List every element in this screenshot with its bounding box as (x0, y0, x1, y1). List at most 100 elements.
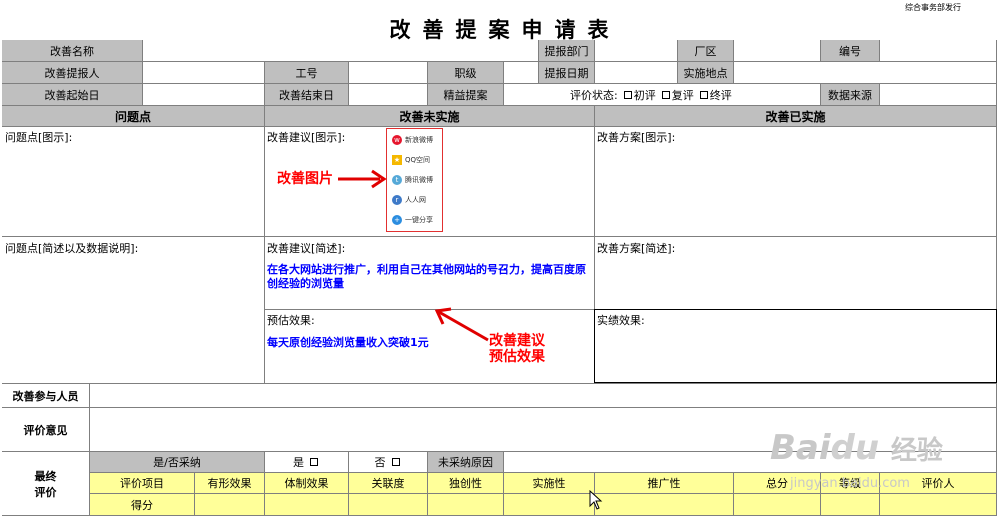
label-location: 实施地点 (678, 62, 734, 84)
proposer-field[interactable] (143, 62, 265, 84)
adopt-yes-cell[interactable]: 是 (265, 452, 349, 473)
problem-desc-label: 问题点[简述以及数据说明]: (5, 242, 139, 255)
date-field[interactable] (595, 62, 678, 84)
final-line-2: 评价 (34, 485, 57, 499)
proposal-name-field[interactable] (143, 40, 539, 62)
actual-effect-frame (594, 309, 997, 383)
factory-field[interactable] (734, 40, 821, 62)
label-opinion: 评价意见 (2, 408, 90, 452)
annotation-expected-1: 改善建议 (489, 333, 545, 349)
checkbox-no[interactable] (391, 458, 400, 466)
adopt-no-cell[interactable]: 否 (349, 452, 428, 473)
suggestion-desc-label: 改善建议[简述]: (267, 242, 346, 255)
eval-header: 推广性 (595, 473, 734, 494)
score-cell[interactable] (504, 494, 595, 516)
share-widget-image: w 新浪微博 ★ QQ空间 t 腾讯微博 r 人人网 + 一键分享 (386, 128, 443, 232)
checkbox-first[interactable] (623, 90, 632, 99)
label-lean-proposal: 精益提案 (428, 84, 504, 106)
dept-field[interactable] (595, 40, 678, 62)
qzone-star-icon: ★ (392, 155, 402, 165)
first-review-label: 初评 (633, 88, 656, 102)
problem-image-label: 问题点[图示]: (5, 131, 73, 144)
label-score: 得分 (90, 494, 195, 516)
score-cell[interactable] (821, 494, 880, 516)
watermark-bai: Bai (770, 428, 831, 468)
score-cell[interactable] (265, 494, 349, 516)
actual-effect-label: 实绩效果: (597, 314, 645, 327)
annotation-image: 改善图片 (277, 171, 333, 187)
score-cell[interactable] (349, 494, 428, 516)
share-item-label: 人人网 (405, 196, 426, 204)
share-item-label: QQ空间 (405, 156, 431, 164)
eval-state-group: 评价状态: 初评 复评 终评 (504, 84, 821, 106)
end-date-field[interactable] (349, 84, 428, 106)
label-dept: 提报部门 (539, 40, 595, 62)
eval-header: 实施性 (504, 473, 595, 494)
label-position: 职级 (428, 62, 504, 84)
section-not-implemented: 改善未实施 (265, 106, 595, 127)
location-field[interactable] (734, 62, 997, 84)
issuer-note: 综合事务部发行 (905, 3, 961, 12)
score-cell[interactable] (428, 494, 504, 516)
label-number: 编号 (821, 40, 880, 62)
watermark-brand: Baidu 经验 (770, 428, 943, 468)
score-cell[interactable] (595, 494, 734, 516)
number-field[interactable] (880, 40, 997, 62)
tencent-weibo-icon: t (392, 175, 402, 185)
label-end-date: 改善结束日 (265, 84, 349, 106)
adopt-no-label: 否 (374, 456, 386, 469)
adopt-yes-label: 是 (293, 456, 304, 469)
eval-header: 关联度 (349, 473, 428, 494)
label-participants: 改善参与人员 (2, 384, 90, 408)
weibo-icon: w (392, 135, 402, 145)
start-date-field[interactable] (143, 84, 265, 106)
watermark-du: du (830, 428, 880, 468)
label-data-source: 数据来源 (821, 84, 880, 106)
section-problem: 问题点 (2, 106, 265, 127)
score-cell[interactable] (880, 494, 997, 516)
suggestion-text: 在各大网站进行推广，利用自己在其他网站的号召力，提高百度原创经验的浏览量 (267, 263, 586, 290)
plan-image-label: 改善方案[图示]: (597, 131, 676, 144)
share-item-label: 腾讯微博 (405, 176, 433, 184)
watermark-cn: 经验 (890, 436, 943, 466)
position-field[interactable] (504, 62, 539, 84)
label-adopt: 是/否采纳 (90, 452, 265, 473)
label-proposal-name: 改善名称 (2, 40, 143, 62)
arrow-right-icon (338, 169, 387, 189)
label-job-no: 工号 (265, 62, 349, 84)
label-proposer: 改善提报人 (2, 62, 143, 84)
eval-header: 评价项目 (90, 473, 195, 494)
renren-icon: r (392, 195, 402, 205)
expected-effect-label: 预估效果: (267, 314, 315, 327)
plan-desc-label: 改善方案[简述]: (597, 242, 676, 255)
checkbox-final[interactable] (699, 90, 708, 99)
label-date: 提报日期 (539, 62, 595, 84)
second-review-label: 复评 (671, 88, 694, 102)
eval-state-label: 评价状态: (570, 88, 618, 102)
label-start-date: 改善起始日 (2, 84, 143, 106)
arrow-up-left-icon (434, 307, 489, 342)
final-line-1: 最终 (34, 469, 57, 483)
checkbox-second[interactable] (661, 90, 670, 99)
eval-header: 独创性 (428, 473, 504, 494)
eval-header: 有形效果 (195, 473, 265, 494)
share-item-label: 一键分享 (405, 216, 433, 224)
label-reject-reason: 未采纳原因 (428, 452, 504, 473)
label-final-evaluation: 最终 评价 (2, 452, 90, 516)
mouse-cursor-icon (589, 490, 603, 510)
watermark-url: jingyan.baidu.com (790, 476, 910, 491)
annotation-expected-2: 预估效果 (489, 349, 545, 365)
checkbox-yes[interactable] (310, 458, 318, 466)
data-source-field[interactable] (880, 84, 997, 106)
problem-desc-cell[interactable] (2, 237, 265, 384)
participants-field[interactable] (90, 384, 997, 408)
score-cell[interactable] (734, 494, 821, 516)
final-review-label: 终评 (709, 88, 732, 102)
score-cell[interactable] (195, 494, 265, 516)
job-no-field[interactable] (349, 62, 428, 84)
expected-effect-text: 每天原创经验浏览量收入突破1元 (267, 336, 429, 349)
share-icon: + (392, 215, 402, 225)
suggestion-image-label: 改善建议[图示]: (267, 131, 346, 144)
eval-header: 体制效果 (265, 473, 349, 494)
share-item-label: 新浪微博 (405, 136, 433, 144)
